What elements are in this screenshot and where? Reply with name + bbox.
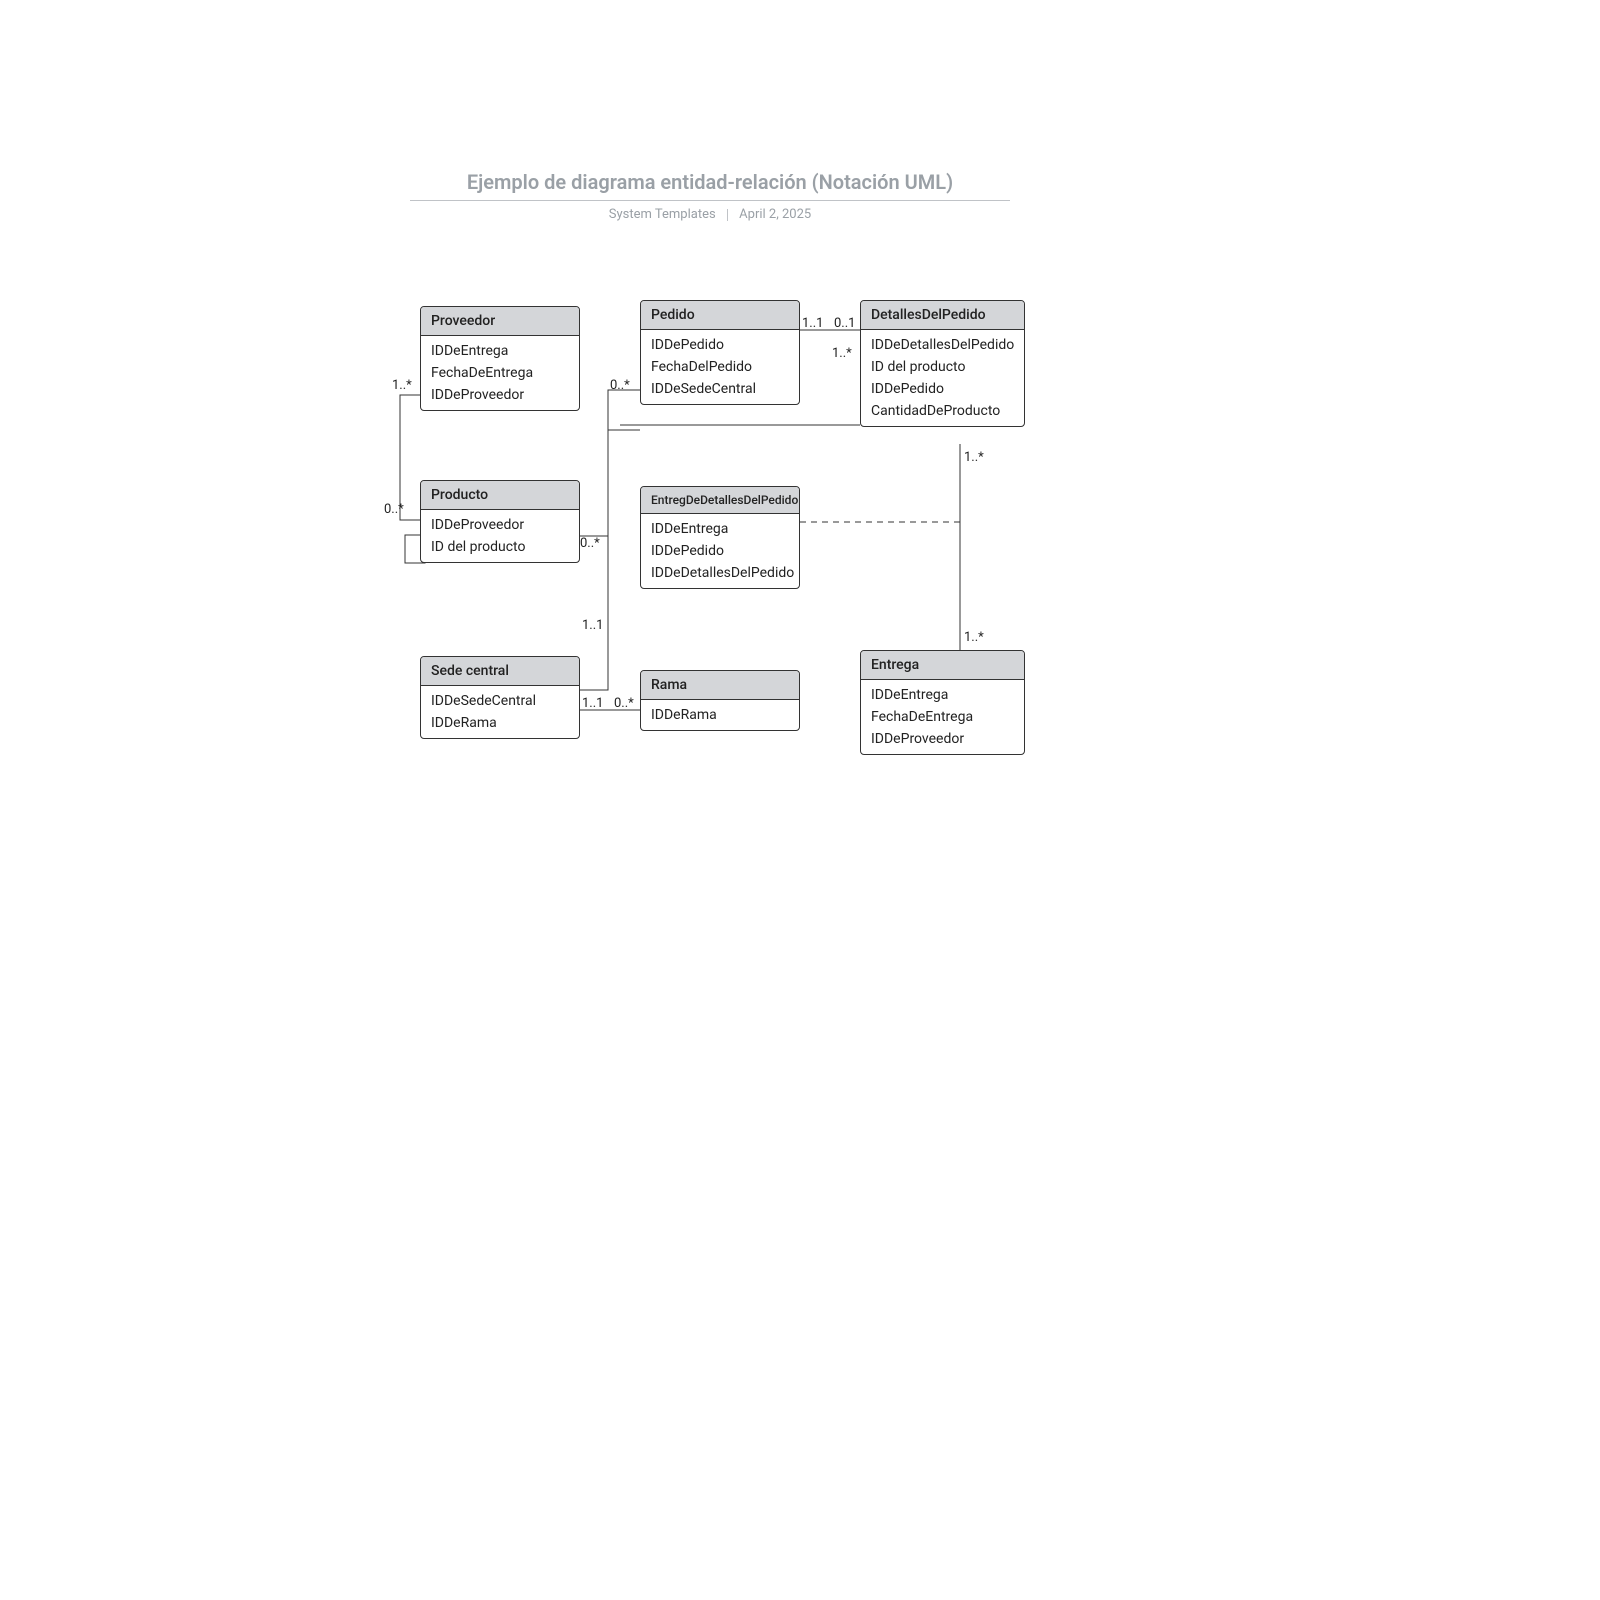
attr: IDDeProveedor (421, 514, 579, 536)
mult-label: 0..* (610, 378, 630, 393)
attr: IDDeProveedor (421, 384, 579, 406)
subtitle-separator (727, 209, 728, 221)
entity-producto[interactable]: Producto IDDeProveedor ID del producto (420, 480, 580, 563)
entity-attrs: IDDeEntrega IDDePedido IDDeDetallesDelPe… (641, 514, 799, 588)
mult-label: 0..* (580, 536, 600, 551)
entity-proveedor[interactable]: Proveedor IDDeEntrega FechaDeEntrega IDD… (420, 306, 580, 411)
attr: IDDeEntrega (421, 340, 579, 362)
attr: FechaDeEntrega (861, 706, 1024, 728)
diagram-subtitle: System Templates April 2, 2025 (410, 207, 1010, 222)
entity-title: Proveedor (421, 307, 579, 336)
mult-label: 1..1 (582, 618, 603, 633)
mult-label: 1..1 (802, 316, 823, 331)
mult-label: 1..* (964, 630, 984, 645)
entity-rama[interactable]: Rama IDDeRama (640, 670, 800, 731)
attr: IDDeDetallesDelPedido (861, 334, 1024, 356)
mult-label: 0..1 (834, 316, 855, 331)
attr: IDDeProveedor (861, 728, 1024, 750)
entity-title: Producto (421, 481, 579, 510)
entity-attrs: IDDeSedeCentral IDDeRama (421, 686, 579, 738)
attr: ID del producto (421, 536, 579, 558)
entity-entrega-detalles[interactable]: EntregDeDetallesDelPedido IDDeEntrega ID… (640, 486, 800, 589)
entity-title: DetallesDelPedido (861, 301, 1024, 330)
diagram-canvas: Ejemplo de diagrama entidad-relación (No… (0, 0, 1600, 1600)
connectors (0, 0, 1600, 1600)
subtitle-left: System Templates (609, 207, 716, 222)
attr: IDDeEntrega (861, 684, 1024, 706)
entity-entrega[interactable]: Entrega IDDeEntrega FechaDeEntrega IDDeP… (860, 650, 1025, 755)
mult-label: 1..* (964, 450, 984, 465)
attr: IDDePedido (641, 540, 799, 562)
entity-title: Entrega (861, 651, 1024, 680)
entity-sede-central[interactable]: Sede central IDDeSedeCentral IDDeRama (420, 656, 580, 739)
entity-attrs: IDDeProveedor ID del producto (421, 510, 579, 562)
mult-label: 1..1 (582, 696, 603, 711)
attr: IDDeDetallesDelPedido (641, 562, 799, 584)
attr: IDDeSedeCentral (641, 378, 799, 400)
entity-detalles-del-pedido[interactable]: DetallesDelPedido IDDeDetallesDelPedido … (860, 300, 1025, 427)
entity-title: EntregDeDetallesDelPedido (641, 487, 799, 514)
attr: ID del producto (861, 356, 1024, 378)
mult-label: 0..* (384, 502, 404, 517)
mult-label: 0..* (614, 696, 634, 711)
diagram-header: Ejemplo de diagrama entidad-relación (No… (410, 170, 1010, 222)
attr: IDDePedido (641, 334, 799, 356)
entity-pedido[interactable]: Pedido IDDePedido FechaDelPedido IDDeSed… (640, 300, 800, 405)
attr: IDDeRama (641, 704, 799, 726)
subtitle-right: April 2, 2025 (739, 207, 811, 222)
entity-title: Rama (641, 671, 799, 700)
entity-attrs: IDDePedido FechaDelPedido IDDeSedeCentra… (641, 330, 799, 404)
title-rule (410, 200, 1010, 201)
attr: CantidadDeProducto (861, 400, 1024, 422)
entity-attrs: IDDeEntrega FechaDeEntrega IDDeProveedor (861, 680, 1024, 754)
attr: IDDeSedeCentral (421, 690, 579, 712)
attr: IDDeEntrega (641, 518, 799, 540)
attr: FechaDeEntrega (421, 362, 579, 384)
attr: FechaDelPedido (641, 356, 799, 378)
attr: IDDeRama (421, 712, 579, 734)
attr: IDDePedido (861, 378, 1024, 400)
entity-title: Pedido (641, 301, 799, 330)
mult-label: 1..* (832, 346, 852, 361)
diagram-title: Ejemplo de diagrama entidad-relación (No… (410, 170, 1010, 200)
entity-attrs: IDDeDetallesDelPedido ID del producto ID… (861, 330, 1024, 426)
entity-attrs: IDDeRama (641, 700, 799, 730)
entity-title: Sede central (421, 657, 579, 686)
entity-attrs: IDDeEntrega FechaDeEntrega IDDeProveedor (421, 336, 579, 410)
mult-label: 1..* (392, 378, 412, 393)
